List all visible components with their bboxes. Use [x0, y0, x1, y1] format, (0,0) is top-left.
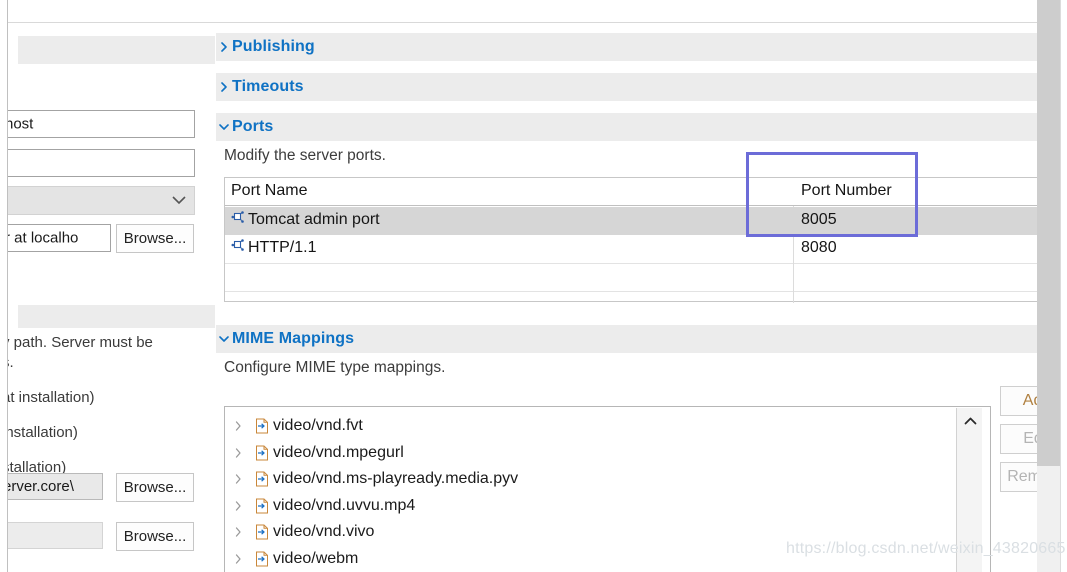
- mime-type-label: video/vnd.uvvu.mp4: [273, 496, 416, 514]
- radio-label-use-workspace-installation[interactable]: installation): [8, 424, 78, 441]
- section-label-timeouts: Timeouts: [232, 78, 304, 95]
- watermark-text: https://blog.csdn.net/weixin_43820665: [786, 540, 1066, 557]
- server-path-description-line2: s.: [8, 354, 14, 371]
- twisty-expanded-icon[interactable]: [216, 335, 232, 343]
- table-row[interactable]: Tomcat admin port 8005: [225, 207, 1037, 235]
- mime-description: Configure MIME type mappings.: [224, 359, 446, 376]
- browse-button-3[interactable]: Browse...: [116, 522, 194, 551]
- list-item[interactable]: video/vnd.ms-playready.media.pyv: [225, 466, 990, 493]
- list-item[interactable]: video/vnd.fvt: [225, 413, 990, 440]
- chevron-right-icon[interactable]: [225, 501, 251, 511]
- chevron-up-icon[interactable]: [957, 412, 983, 430]
- section-header-mime-mappings[interactable]: MIME Mappings: [216, 325, 1037, 353]
- chevron-right-icon[interactable]: [225, 554, 251, 564]
- mime-type-label: video/webm: [273, 549, 359, 567]
- port-name-text: HTTP/1.1: [248, 238, 317, 256]
- column-divider: [793, 263, 794, 303]
- mime-type-label: video/vnd.mpegurl: [273, 443, 404, 461]
- port-number-cell[interactable]: 8005: [801, 211, 837, 229]
- radio-label-use-tomcat-installation[interactable]: at installation): [8, 389, 95, 406]
- port-number-cell[interactable]: 8080: [801, 239, 837, 257]
- mime-file-icon: [251, 551, 273, 567]
- host-name-value: host: [8, 115, 34, 133]
- editor-window: host r at localho Browse... y path. Serv…: [0, 0, 1067, 572]
- server-name-field[interactable]: [8, 149, 195, 177]
- left-section-header-band-2: [18, 305, 215, 328]
- mime-file-icon: [251, 418, 273, 434]
- chevron-right-icon[interactable]: [225, 527, 251, 537]
- mime-file-icon: [251, 498, 273, 514]
- top-strip: [0, 0, 1067, 22]
- chevron-down-icon: [172, 192, 186, 210]
- twisty-collapsed-icon[interactable]: [216, 42, 232, 52]
- server-path-value: r at localho: [8, 229, 79, 247]
- section-header-timeouts[interactable]: Timeouts: [216, 73, 1037, 101]
- server-path-description-line1: y path. Server must be: [8, 334, 153, 351]
- server-core-path-field[interactable]: erver.core\: [8, 473, 103, 500]
- browse-button-1[interactable]: Browse...: [116, 224, 194, 253]
- section-header-ports[interactable]: Ports: [216, 113, 1037, 141]
- twisty-expanded-icon[interactable]: [216, 123, 232, 131]
- row-divider: [225, 291, 1037, 292]
- section-label-mime-mappings: MIME Mappings: [232, 330, 355, 347]
- list-item[interactable]: video/vnd.uvvu.mp4: [225, 493, 990, 520]
- mime-type-label: video/vnd.vivo: [273, 523, 375, 541]
- left-section-header-band-1: [18, 36, 215, 64]
- runtime-environment-combo[interactable]: [8, 186, 195, 215]
- scrollbar-thumb[interactable]: [1037, 0, 1060, 466]
- port-icon: [231, 238, 245, 257]
- mime-type-label: video/vnd.fvt: [273, 417, 363, 435]
- window-right-edge: [1060, 0, 1067, 572]
- twisty-collapsed-icon[interactable]: [216, 82, 232, 92]
- mime-type-label: video/vnd.ms-playready.media.pyv: [273, 470, 519, 488]
- browse-button-2[interactable]: Browse...: [116, 473, 194, 502]
- ports-table[interactable]: Port Name Port Number Tomcat admin port …: [224, 177, 1037, 303]
- section-header-publishing[interactable]: Publishing: [216, 33, 1037, 61]
- list-item[interactable]: video/vnd.mpegurl: [225, 440, 990, 467]
- left-settings-panel: host r at localho Browse... y path. Serv…: [8, 23, 215, 572]
- port-icon: [231, 210, 245, 229]
- mime-file-icon: [251, 445, 273, 461]
- chevron-right-icon[interactable]: [225, 448, 251, 458]
- port-name-cell: Tomcat admin port: [231, 210, 380, 229]
- row-divider: [225, 263, 1037, 264]
- host-name-field[interactable]: host: [8, 110, 195, 138]
- section-label-ports: Ports: [232, 118, 274, 135]
- deploy-path-field[interactable]: [8, 522, 103, 549]
- mime-file-icon: [251, 524, 273, 540]
- table-row[interactable]: HTTP/1.1 8080: [225, 235, 1037, 263]
- column-header-port-name[interactable]: Port Name: [231, 182, 307, 200]
- mime-file-icon: [251, 471, 273, 487]
- page-vertical-scrollbar[interactable]: [1037, 0, 1060, 572]
- port-name-cell: HTTP/1.1: [231, 238, 316, 257]
- column-header-port-number[interactable]: Port Number: [801, 182, 892, 200]
- server-path-field[interactable]: r at localho: [8, 224, 111, 252]
- chevron-right-icon[interactable]: [225, 421, 251, 431]
- section-label-publishing: Publishing: [232, 38, 315, 55]
- chevron-right-icon[interactable]: [225, 474, 251, 484]
- port-name-text: Tomcat admin port: [248, 210, 380, 228]
- server-editor-content: Publishing Timeouts Ports Modify the ser…: [216, 23, 1037, 572]
- ports-table-header-row: Port Name Port Number: [225, 178, 1037, 206]
- ports-description: Modify the server ports.: [224, 147, 386, 164]
